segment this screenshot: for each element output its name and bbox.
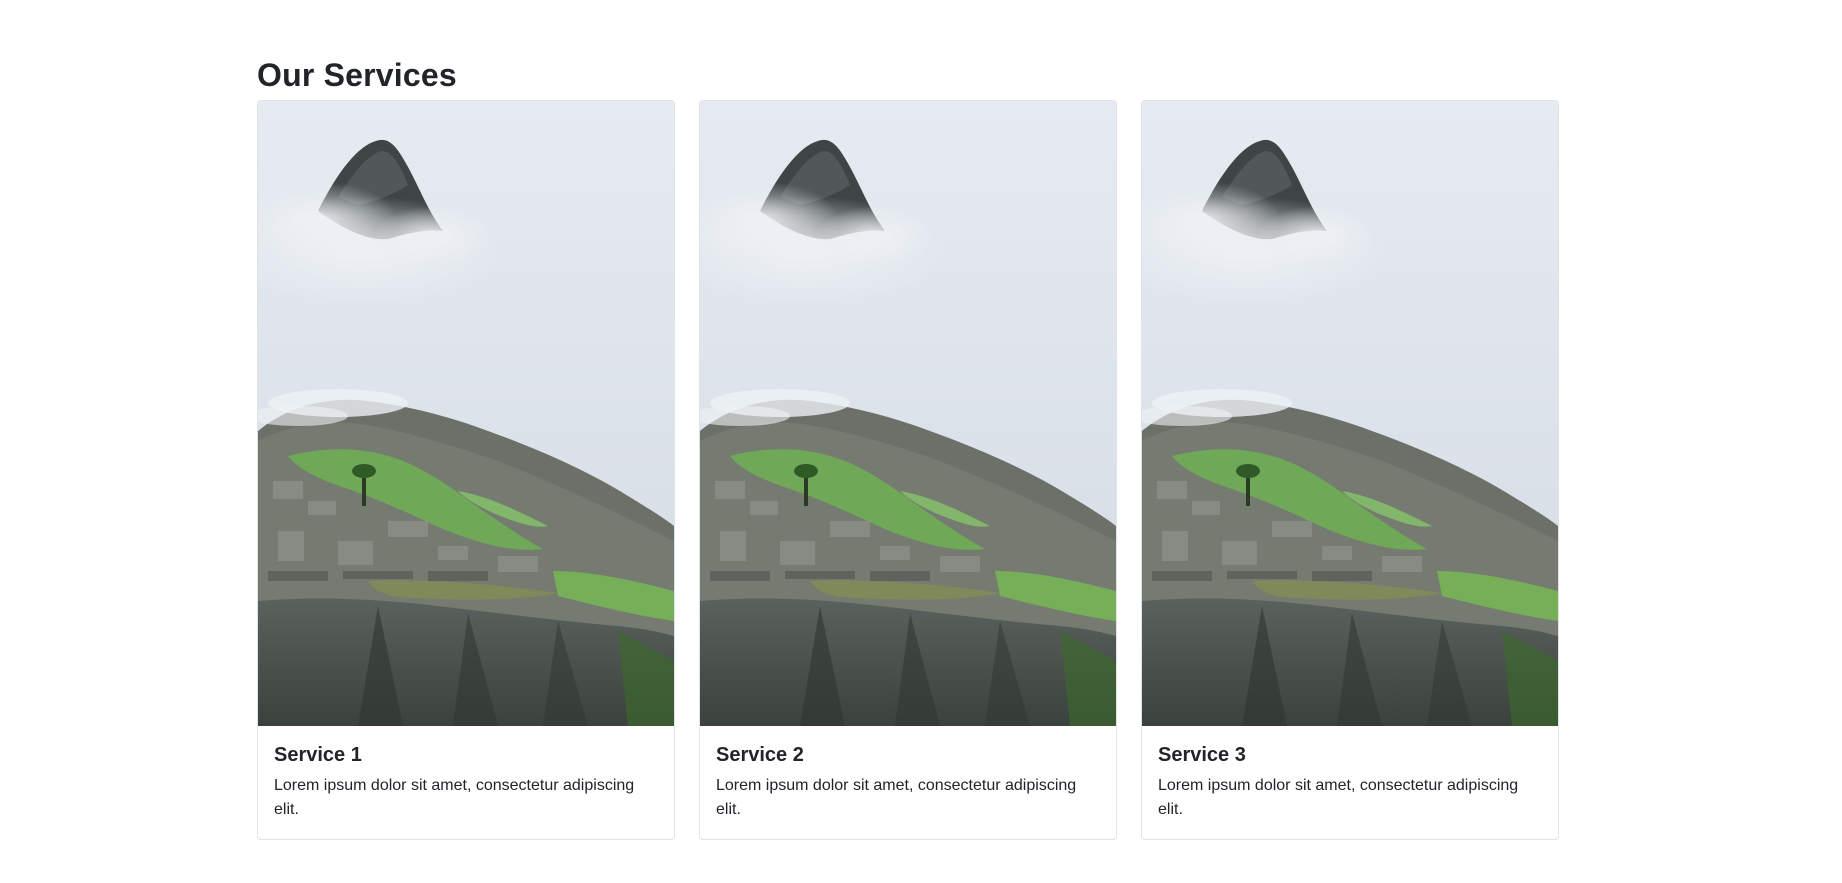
card-image	[258, 101, 674, 726]
service-card: Service 1 Lorem ipsum dolor sit amet, co…	[257, 100, 675, 840]
service-card: Service 3 Lorem ipsum dolor sit amet, co…	[1141, 100, 1559, 840]
card-body: Service 1 Lorem ipsum dolor sit amet, co…	[258, 726, 674, 838]
card-title: Service 1	[274, 744, 362, 766]
card-text: Lorem ipsum dolor sit amet, consectetur …	[1158, 777, 1519, 818]
card-title: Service 3	[1158, 744, 1246, 766]
card-text: Lorem ipsum dolor sit amet, consectetur …	[274, 777, 635, 818]
card-image	[1142, 101, 1558, 726]
service-card: Service 2 Lorem ipsum dolor sit amet, co…	[699, 100, 1117, 840]
card-body: Service 3 Lorem ipsum dolor sit amet, co…	[1142, 726, 1558, 838]
card-title: Service 2	[716, 744, 804, 766]
section-title: Our Services	[257, 57, 457, 93]
services-section: Our Services Service 1 Lorem ipsum dolor…	[257, 52, 1565, 840]
card-list: Service 1 Lorem ipsum dolor sit amet, co…	[257, 100, 1565, 840]
page: Our Services Service 1 Lorem ipsum dolor…	[0, 0, 1842, 883]
card-body: Service 2 Lorem ipsum dolor sit amet, co…	[700, 726, 1116, 838]
card-image	[700, 101, 1116, 726]
card-text: Lorem ipsum dolor sit amet, consectetur …	[716, 777, 1077, 818]
